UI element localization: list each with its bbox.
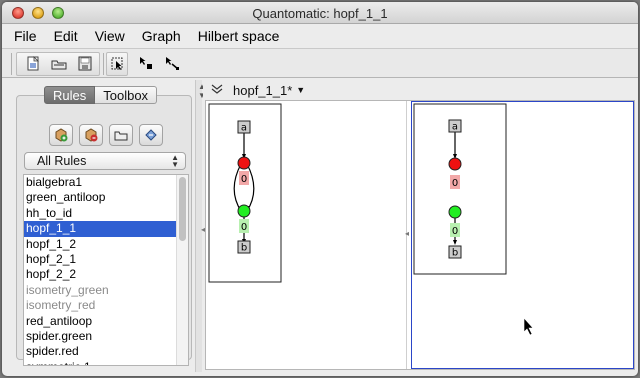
add-edge-icon[interactable]: [162, 54, 182, 72]
remove-rule-icon[interactable]: [79, 124, 103, 146]
lhs-boundary-a-label: a: [241, 123, 247, 134]
rhs-red-vertex-label: 0: [452, 178, 458, 189]
select-tool-icon[interactable]: [107, 55, 127, 73]
rule-list-item[interactable]: isometry_red: [24, 298, 176, 313]
rule-list-item[interactable]: spider.green: [24, 329, 176, 344]
pane-resize-icon[interactable]: ◂: [201, 225, 205, 234]
rule-list-item[interactable]: spider.red: [24, 344, 176, 359]
title-bar: Quantomatic: hopf_1_1: [2, 2, 638, 24]
save-file-icon[interactable]: [75, 55, 95, 73]
rules-tab-content: All Rules ▲ ▼ bialgebra1 green_antiloop hh_…: [16, 95, 192, 366]
open-file-icon[interactable]: [49, 55, 69, 73]
rule-list-item[interactable]: symmetric.1: [24, 360, 176, 365]
rhs-green-vertex-label: 0: [452, 226, 458, 237]
rule-list-scrollbar[interactable]: [176, 175, 188, 365]
menu-hilbert-space[interactable]: Hilbert space: [198, 28, 280, 44]
pane-resize-icon[interactable]: ◂: [405, 229, 409, 238]
new-file-icon[interactable]: [23, 55, 43, 73]
chevron-down-icon[interactable]: ▼: [296, 85, 305, 95]
rhs-graph[interactable]: a 0 0 b: [412, 102, 634, 368]
menu-edit[interactable]: Edit: [54, 28, 78, 44]
rhs-boundary-b-label: b: [452, 248, 458, 259]
lhs-pane[interactable]: a 0 0 b: [206, 101, 407, 369]
lhs-boundary-b-label: b: [241, 243, 247, 254]
scrollbar-thumb[interactable]: [179, 177, 186, 241]
menu-graph[interactable]: Graph: [142, 28, 181, 44]
tab-toolbox[interactable]: Toolbox: [95, 86, 158, 104]
rule-list-item[interactable]: red_antiloop: [24, 314, 176, 329]
toolbar-separator: [11, 53, 12, 75]
document-header: hopf_1_1* ▼: [203, 80, 638, 100]
window-title: Quantomatic: hopf_1_1: [252, 6, 388, 21]
select-updown-icon: ▲ ▼: [171, 153, 179, 169]
rhs-green-vertex[interactable]: [448, 205, 462, 219]
rule-list-item[interactable]: hopf_2_1: [24, 252, 176, 267]
rule-list-item[interactable]: hopf_2_2: [24, 267, 176, 282]
rhs-pane[interactable]: a 0 0 b: [411, 101, 634, 369]
rule-list-item[interactable]: green_antiloop: [24, 190, 176, 205]
lhs-green-vertex-label: 0: [241, 222, 247, 233]
apply-rule-icon[interactable]: [139, 124, 163, 146]
menu-view[interactable]: View: [95, 28, 125, 44]
menu-bar: File Edit View Graph Hilbert space: [2, 25, 638, 47]
toolbar: [2, 48, 638, 78]
panel-tabs: Rules Toolbox: [44, 86, 158, 104]
document-tab[interactable]: hopf_1_1*: [233, 83, 292, 98]
tab-rules[interactable]: Rules: [44, 86, 96, 104]
rhs-boundary-a-label: a: [452, 122, 458, 133]
rules-panel: All Rules ▲ ▼ bialgebra1 green_antiloop hh_…: [16, 86, 192, 366]
rule-list-item[interactable]: bialgebra1: [24, 175, 176, 190]
rule-list-item[interactable]: hopf_1_2: [24, 237, 176, 252]
rule-list[interactable]: bialgebra1 green_antiloop hh_to_id hopf_1_1…: [23, 174, 189, 366]
ruleset-select[interactable]: All Rules ▲ ▼: [24, 152, 186, 170]
rule-list-item[interactable]: isometry_green: [24, 283, 176, 298]
lhs-red-vertex[interactable]: [237, 156, 251, 170]
ruleset-select-value: All Rules: [37, 154, 87, 168]
rule-button-row: [49, 124, 163, 146]
rule-list-items: bialgebra1 green_antiloop hh_to_id hopf_1_1…: [24, 175, 188, 365]
lhs-red-vertex-label: 0: [241, 174, 247, 185]
rule-editor-canvas[interactable]: ◂ a 0 0 b ◂ a 0 0 b: [201, 100, 635, 370]
add-vertex-icon[interactable]: [136, 54, 156, 72]
select-tool-group: [106, 52, 128, 76]
lhs-green-vertex[interactable]: [237, 204, 251, 218]
app-window: Quantomatic: hopf_1_1 File Edit View Gra…: [2, 2, 638, 376]
rule-list-item[interactable]: hopf_1_1: [24, 221, 176, 237]
menu-file[interactable]: File: [14, 28, 37, 44]
toolbar-separator: [103, 53, 104, 75]
open-ruleset-icon[interactable]: [109, 124, 133, 146]
add-rule-icon[interactable]: [49, 124, 73, 146]
mouse-cursor-icon: [523, 317, 534, 336]
lhs-graph[interactable]: a 0 0 b: [206, 101, 406, 369]
document-list-icon[interactable]: [211, 83, 223, 97]
rule-list-item[interactable]: hh_to_id: [24, 206, 176, 221]
rhs-red-vertex[interactable]: [448, 157, 462, 171]
file-button-group: [16, 52, 100, 76]
